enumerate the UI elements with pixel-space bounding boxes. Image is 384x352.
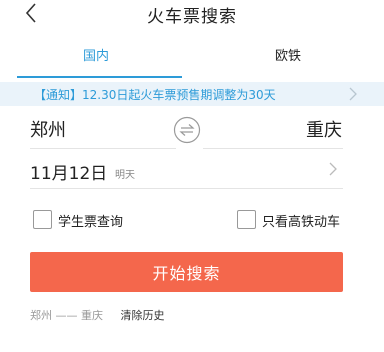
departure-city[interactable]: 郑州 [30,116,66,142]
clear-history-button[interactable]: 清除历史 [121,309,165,322]
notice-text: 【通知】12.30日起火车票预售期调整为30天 [34,88,276,102]
tab-bar: 国内 欧铁 [0,40,384,78]
page-title: 火车票搜索 [147,7,237,27]
arrival-city[interactable]: 重庆 [306,116,342,142]
student-ticket-checkbox[interactable] [33,210,52,229]
tab-domestic[interactable]: 国内 [0,40,192,78]
divider [30,148,176,149]
divider [203,148,343,149]
high-speed-only-label: 只看高铁动车 [262,215,341,230]
search-button[interactable]: 开始搜索 [30,252,343,292]
swap-icon[interactable] [173,116,201,144]
departure-date: 11月12日 [30,164,108,184]
chevron-right-icon [329,162,337,176]
tab-euro-rail[interactable]: 欧铁 [192,40,384,78]
notice-banner[interactable]: 【通知】12.30日起火车票预售期调整为30天 [0,82,384,106]
search-history: 郑州 —— 重庆 清除历史 [30,307,165,323]
route-selector: 郑州 重庆 [0,108,384,148]
date-selector[interactable]: 11月12日 明天 [0,152,384,188]
active-tab-indicator [17,76,182,78]
high-speed-only-checkbox[interactable] [237,210,256,229]
header-bar: 火车票搜索 [0,0,384,30]
divider [30,188,343,189]
student-ticket-label: 学生票查询 [58,215,124,230]
chevron-right-icon [349,87,357,101]
date-note: 明天 [115,170,135,181]
history-item[interactable]: 郑州 —— 重庆 [30,309,103,322]
